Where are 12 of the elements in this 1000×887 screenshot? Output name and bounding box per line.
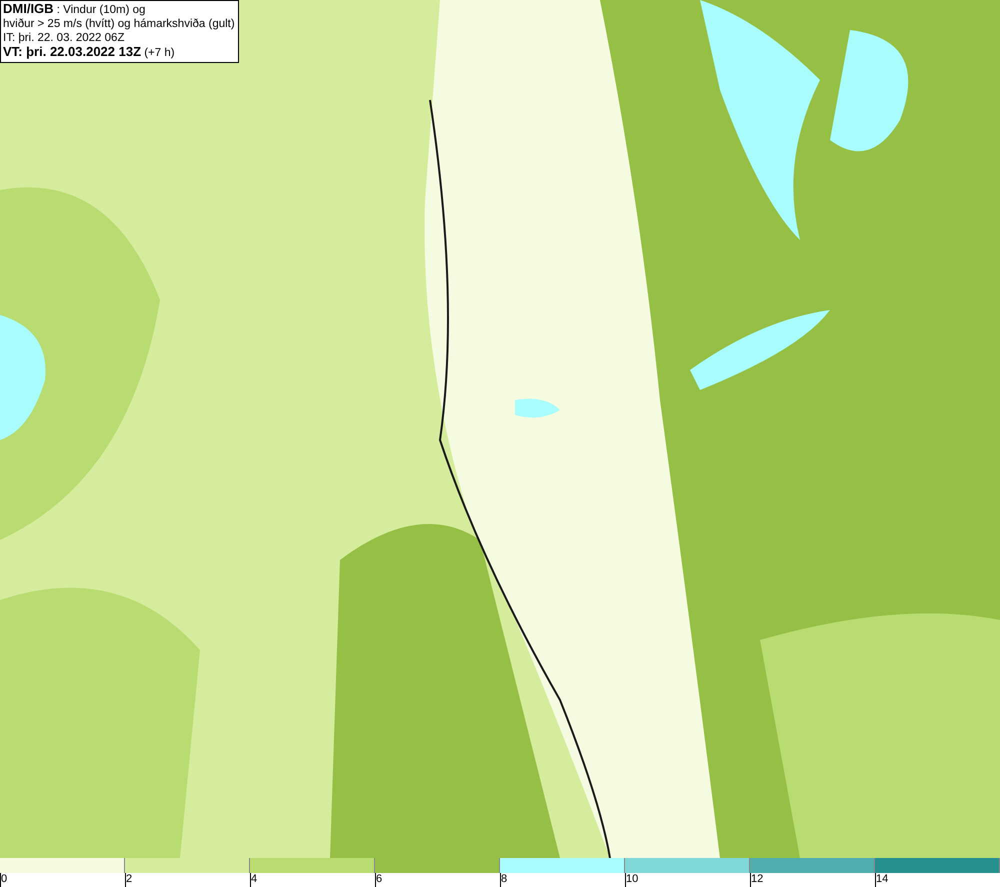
legend-tick-label: 6 bbox=[376, 873, 382, 886]
info-line: VT: þri. 22.03.2022 13Z (+7 h) bbox=[3, 45, 176, 60]
legend-tick-label: 2 bbox=[126, 873, 132, 886]
legend-tick-label: 10 bbox=[626, 873, 638, 886]
info-line: IT: þri. 22. 03. 2022 06Z bbox=[3, 31, 126, 45]
legend-tick-label: 8 bbox=[501, 873, 508, 886]
legend-tick-label: 4 bbox=[251, 873, 258, 886]
legend-tick-label: 14 bbox=[876, 873, 888, 886]
info-line: DMI/IGB : Vindur (10m) og bbox=[3, 2, 146, 17]
info-line: hviður > 25 m/s (hvítt) og hámarkshviða (gult) bbox=[3, 17, 235, 31]
legend-tick-label: 0 bbox=[1, 873, 8, 886]
legend-tick-label: 12 bbox=[751, 873, 764, 886]
